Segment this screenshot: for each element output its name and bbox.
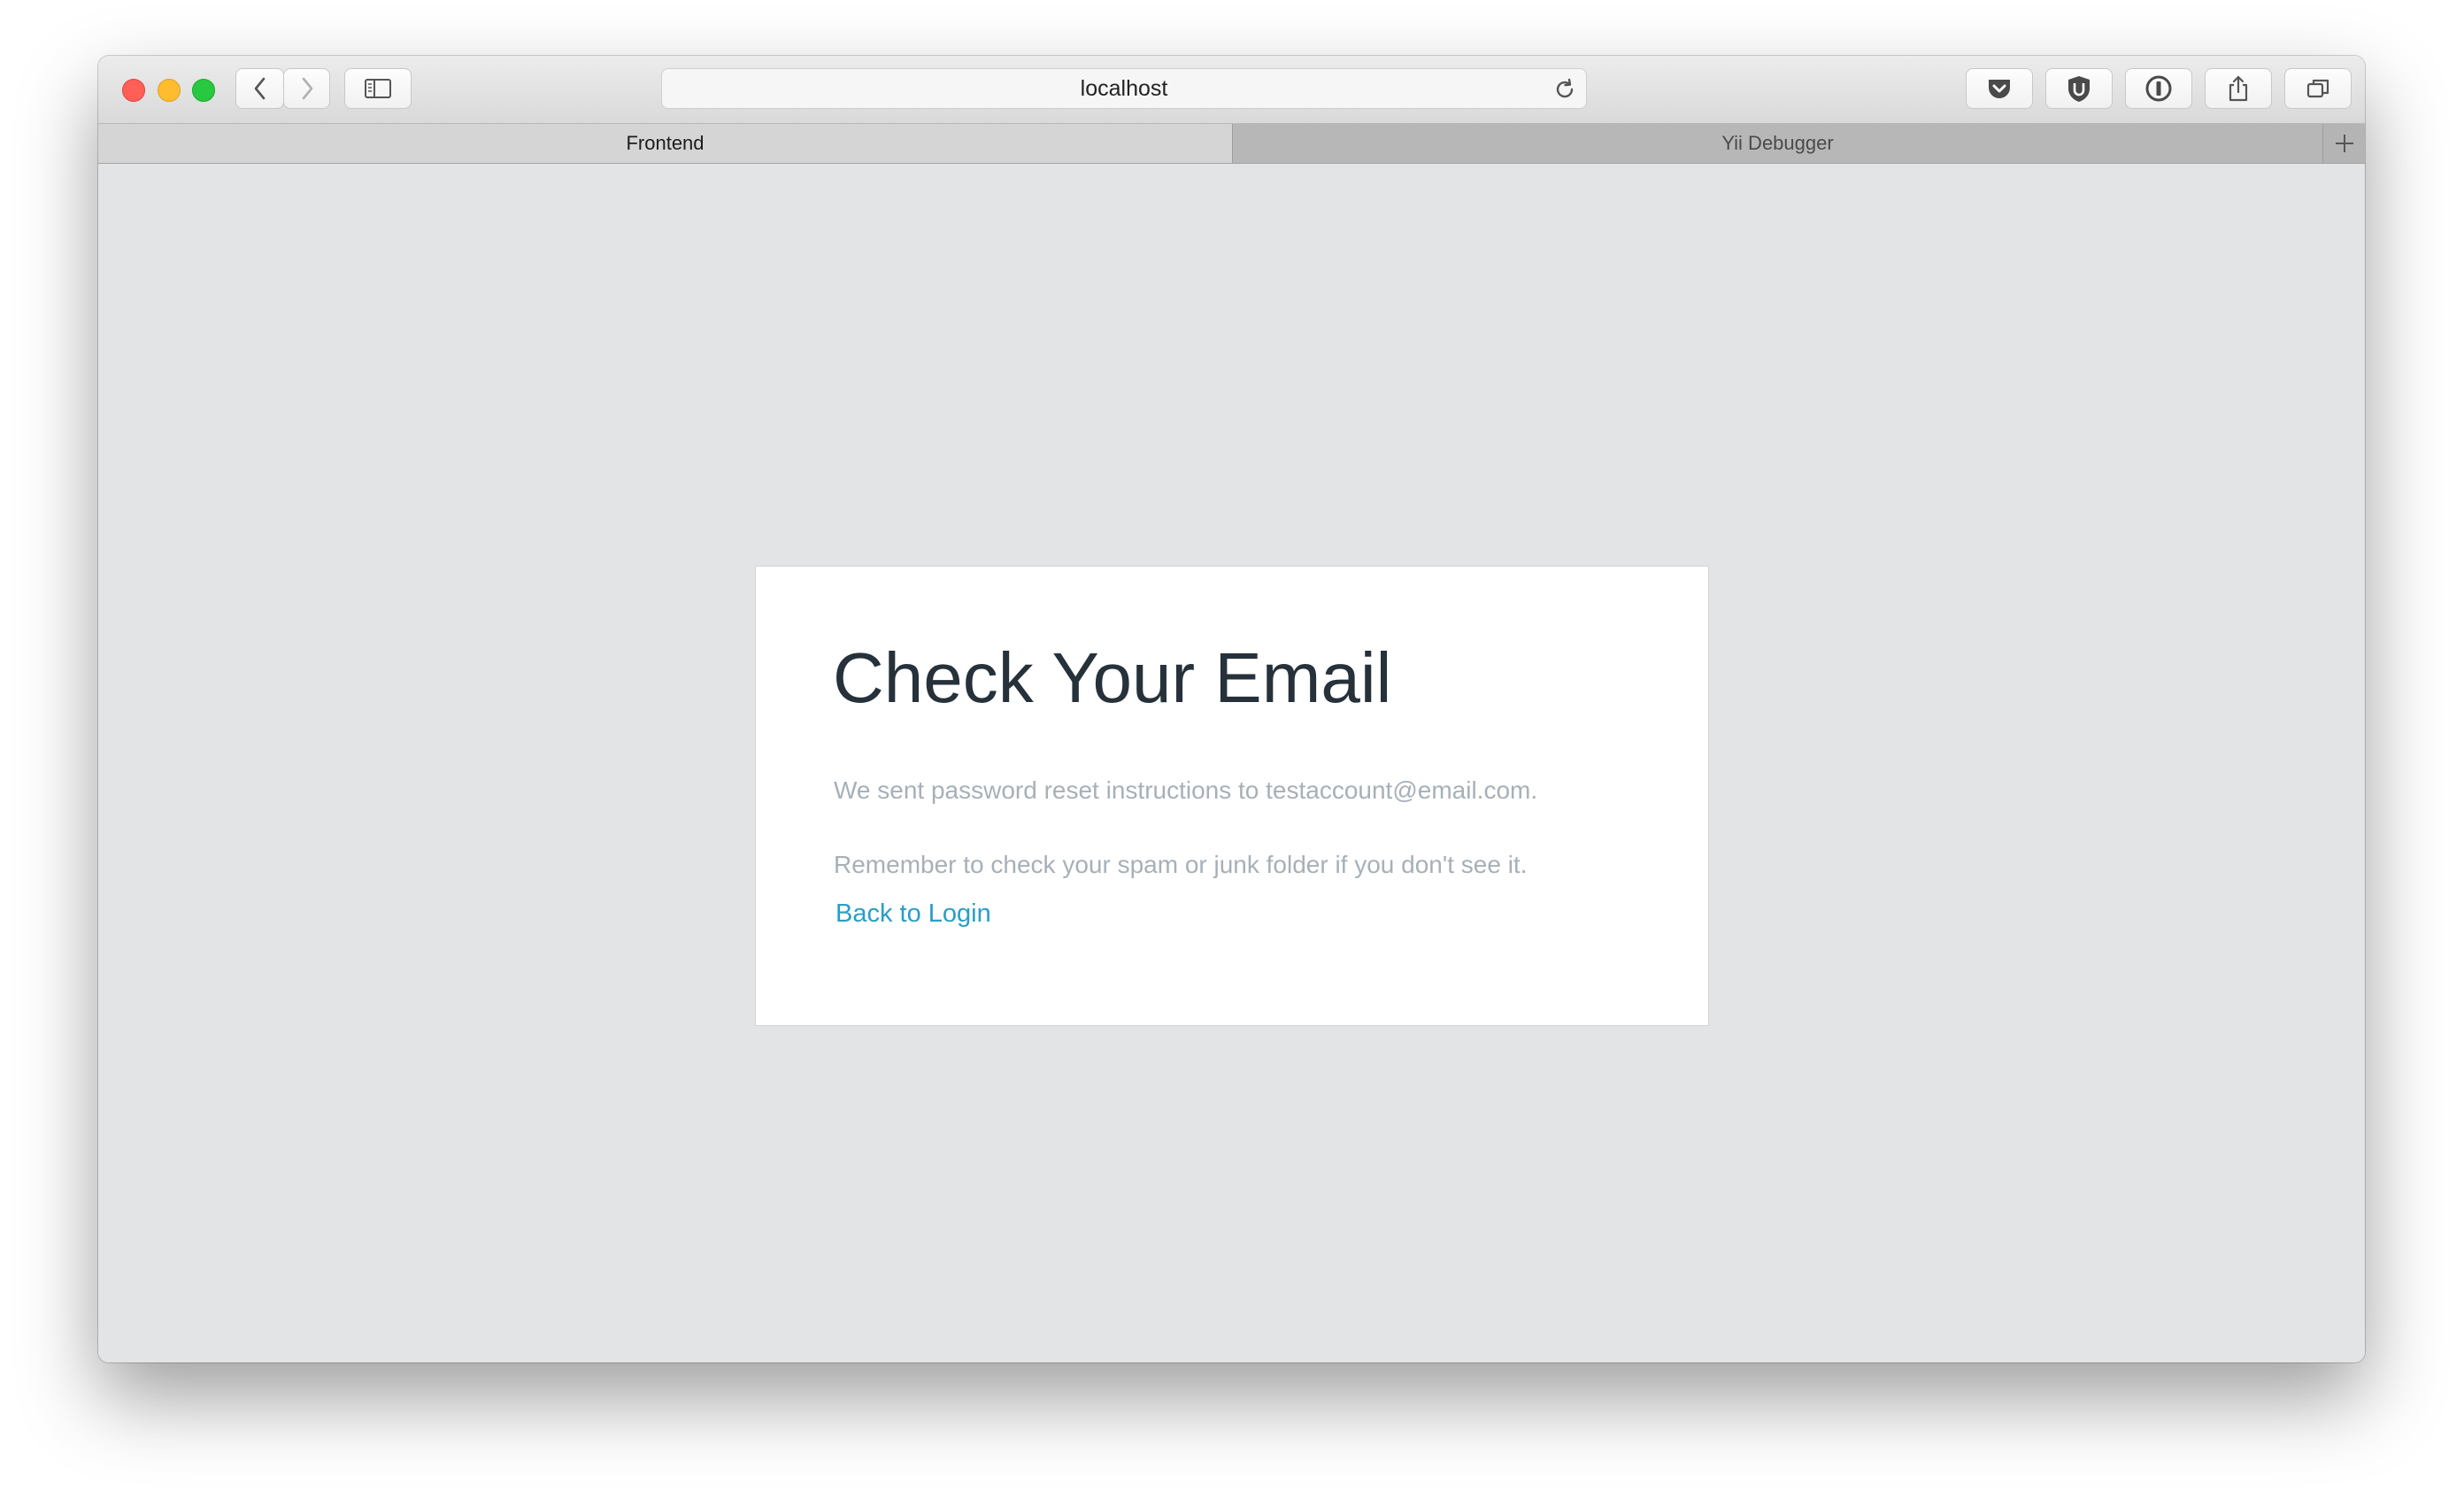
tab-label: Yii Debugger [1721, 132, 1834, 154]
reload-icon[interactable] [1552, 77, 1577, 102]
zoom-window-button[interactable] [192, 79, 215, 102]
forward-button[interactable] [283, 68, 330, 109]
back-button[interactable] [235, 68, 284, 109]
back-icon [254, 77, 265, 100]
pocket-button[interactable] [1966, 68, 2033, 109]
tabs-overview-button[interactable] [2284, 68, 2352, 109]
address-text: localhost [1080, 75, 1168, 101]
new-tab-icon [2335, 135, 2353, 152]
forward-icon [302, 77, 312, 100]
tab-label: Frontend [626, 132, 705, 154]
back-to-login-link[interactable]: Back to Login [835, 899, 991, 929]
new-tab-button[interactable] [2323, 124, 2365, 163]
share-button[interactable] [2205, 68, 2272, 109]
tabs-overview-icon [2306, 79, 2329, 98]
browser-toolbar: localhost [98, 56, 2365, 124]
tab-bar: Frontend Yii Debugger [98, 124, 2365, 164]
minimize-window-button[interactable] [158, 79, 181, 102]
ublock-button[interactable] [2045, 68, 2113, 109]
ublock-icon [2068, 76, 2090, 102]
onepassword-icon [2145, 75, 2172, 102]
tab-frontend[interactable]: Frontend [98, 124, 1233, 163]
spam-hint: Remember to check your spam or junk fold… [834, 851, 1528, 878]
page-content: Check Your Email We sent password reset … [98, 164, 2365, 1362]
page-title: Check Your Email [833, 638, 1392, 717]
sidebar-icon [365, 79, 391, 98]
check-email-card: Check Your Email We sent password reset … [755, 566, 1709, 1026]
onepassword-button[interactable] [2125, 68, 2192, 109]
tab-yii-debugger[interactable]: Yii Debugger [1233, 124, 2323, 163]
reset-message: We sent password reset instructions to t… [834, 776, 1538, 804]
close-window-button[interactable] [122, 79, 145, 102]
address-bar[interactable]: localhost [661, 68, 1587, 109]
sidebar-button[interactable] [344, 68, 412, 109]
pocket-icon [1989, 80, 2010, 98]
share-icon [2229, 75, 2248, 102]
browser-window: localhost Frontend Yii Debugger Check Yo… [98, 56, 2365, 1362]
